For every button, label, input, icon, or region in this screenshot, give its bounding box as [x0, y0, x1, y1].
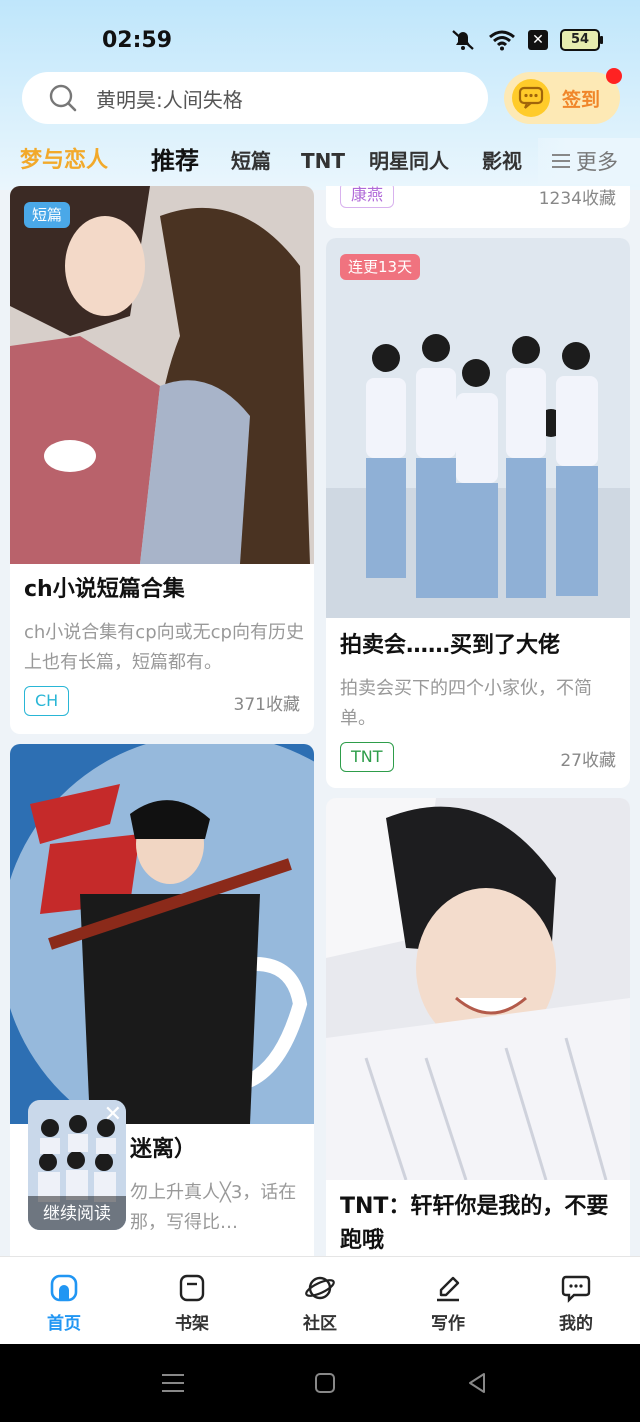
- continue-reading-widget[interactable]: ✕ 继续阅读: [28, 1100, 126, 1230]
- nav-write[interactable]: 写作: [408, 1273, 488, 1334]
- nav-label: 社区: [303, 1314, 337, 1334]
- pen-icon: [437, 1276, 460, 1302]
- cover-image: [10, 186, 314, 564]
- card-favorites: 1234收藏: [538, 189, 616, 209]
- card-title: TNT：轩轩你是我的，不要跑哦: [340, 1194, 609, 1253]
- nav-label: 写作: [431, 1314, 465, 1334]
- mute-bell-icon: [452, 30, 474, 50]
- nav-label: 我的: [559, 1314, 593, 1334]
- card-tag[interactable]: TNT: [340, 742, 394, 772]
- cover-image: [326, 798, 630, 1180]
- tab-dream-lover[interactable]: 梦与恋人: [20, 138, 108, 184]
- tab-short[interactable]: 短篇: [231, 138, 271, 184]
- card-tag[interactable]: CH: [24, 686, 70, 716]
- status-icons: ✕ 54: [450, 28, 603, 52]
- card-tag[interactable]: 康燕: [340, 186, 395, 208]
- search-icon: [49, 84, 77, 112]
- nav-community[interactable]: 社区: [280, 1273, 360, 1334]
- card-favorites: 371收藏: [233, 695, 300, 715]
- tab-star-fanfic[interactable]: 明星同人: [369, 138, 449, 184]
- bookshelf-icon: [179, 1274, 205, 1302]
- close-icon[interactable]: ✕: [104, 1102, 122, 1127]
- more-label: 更多: [576, 150, 618, 174]
- notification-dot: [606, 68, 622, 84]
- feed: 短篇 ch小说短篇合集 ch小说合集有cp向或无cp向有历史上也有长篇，短篇都有…: [0, 186, 640, 1256]
- category-tabs: 梦与恋人 推荐 短篇 TNT 明星同人 影视 更多: [0, 138, 640, 184]
- card-description: 勿上升真人╳3，话在那，写得比…: [130, 1182, 297, 1233]
- battery-icon: 54: [560, 29, 603, 51]
- planet-icon: [305, 1276, 335, 1300]
- card-title: ch小说短篇合集: [24, 577, 185, 602]
- nav-me[interactable]: 我的: [536, 1273, 616, 1334]
- story-card-xuanxuan[interactable]: TNT：轩轩你是我的，不要跑哦: [326, 798, 630, 1256]
- bottom-navigation: 首页 书架 社区 写作 我的: [0, 1256, 640, 1345]
- cover-image: [10, 744, 314, 1124]
- signin-coin-icon: [512, 79, 550, 117]
- back-icon[interactable]: [466, 1372, 488, 1394]
- story-card-previous[interactable]: 康燕 1234收藏: [326, 186, 630, 228]
- story-card-ch[interactable]: 短篇 ch小说短篇合集 ch小说合集有cp向或无cp向有历史上也有长篇，短篇都有…: [10, 186, 314, 734]
- home-icon: [50, 1274, 78, 1302]
- system-navigation-bar: [0, 1344, 640, 1422]
- home-button-icon[interactable]: [314, 1372, 336, 1394]
- nav-label: 首页: [47, 1314, 81, 1334]
- wifi-icon: [489, 30, 515, 51]
- card-description: 拍卖会买下的四个小家伙，不简单。: [340, 678, 592, 729]
- tab-tnt[interactable]: TNT: [301, 138, 345, 184]
- continue-reading-label: 继续阅读: [43, 1204, 111, 1224]
- nav-bookshelf[interactable]: 书架: [152, 1273, 232, 1334]
- tab-film-tv[interactable]: 影视: [482, 138, 522, 184]
- card-title: 拍卖会……买到了大佬: [340, 633, 561, 658]
- recent-apps-icon[interactable]: [160, 1372, 186, 1394]
- chat-bubble-icon: [561, 1275, 591, 1303]
- signin-label: 签到: [562, 88, 601, 111]
- notification-x-icon: ✕: [528, 30, 548, 50]
- tab-recommend[interactable]: 推荐: [151, 138, 199, 184]
- card-title: 迷离）: [130, 1137, 197, 1162]
- card-favorites: 27收藏: [560, 751, 616, 771]
- story-card-auction[interactable]: 连更13天 拍卖会……买到了大佬 拍卖会买下的四个小家伙，不简单。 TNT 27…: [326, 238, 630, 788]
- nav-home[interactable]: 首页: [24, 1273, 104, 1334]
- more-tabs-button[interactable]: 更多: [538, 138, 640, 184]
- search-placeholder: 黄明昊:人间失格: [96, 87, 243, 112]
- menu-icon: [552, 154, 570, 168]
- signin-button[interactable]: 签到: [504, 72, 620, 124]
- card-description: ch小说合集有cp向或无cp向有历史上也有长篇，短篇都有。: [24, 622, 304, 673]
- status-bar: 02:59 ✕ 54: [0, 0, 640, 70]
- search-bar[interactable]: 黄明昊:人间失格: [22, 72, 488, 124]
- card-badge: 连更13天: [340, 254, 421, 280]
- nav-label: 书架: [175, 1314, 209, 1334]
- status-time: 02:59: [102, 28, 173, 53]
- card-badge: 短篇: [24, 202, 71, 228]
- cover-image: [326, 238, 630, 618]
